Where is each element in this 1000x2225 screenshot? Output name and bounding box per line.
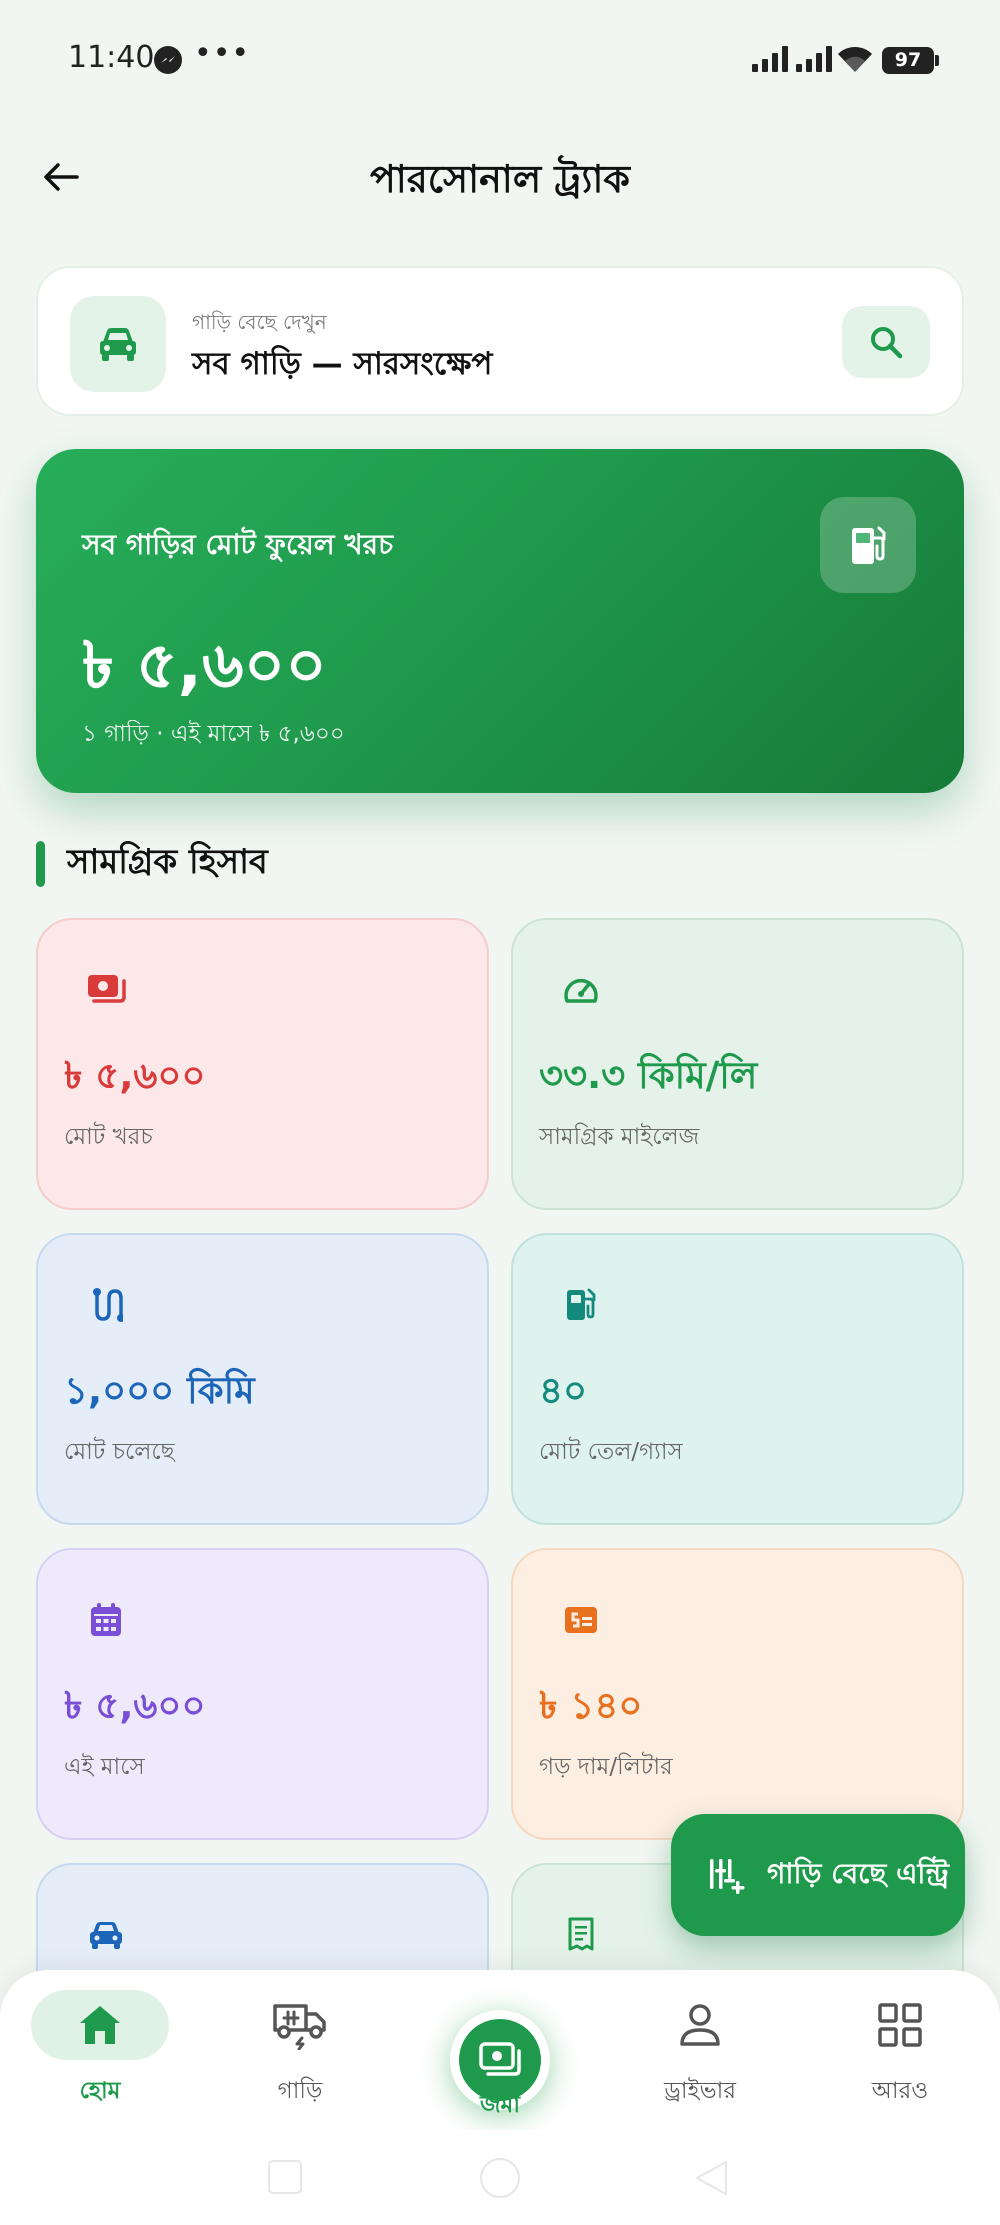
section-accent-bar	[36, 841, 45, 887]
fab-label: গাড়ি বেছে এন্ট্রি	[767, 1856, 949, 1890]
nav-label: ড্রাইভার	[664, 2078, 736, 2104]
nav-label: হোম	[79, 2078, 121, 2104]
vehicle-selector[interactable]: গাড়ি বেছে দেখুন সব গাড়ি — সারসংক্ষেপ	[36, 266, 964, 416]
signal-icon	[796, 46, 832, 72]
stat-card-fuel-volume[interactable]: ৪০ মোট তেল/গ্যাস	[511, 1233, 964, 1525]
stat-card-distance[interactable]: ১,০০০ কিমি মোট চলেছে	[36, 1233, 489, 1525]
car-icon	[84, 1913, 128, 1957]
system-navigation-bar	[0, 2130, 1000, 2225]
status-time: 11:40	[68, 40, 155, 75]
selector-subtitle: গাড়ি বেছে দেখুন	[192, 310, 327, 334]
stat-value: ৪০	[539, 1369, 588, 1412]
stat-card-average-price[interactable]: ৳ ১৪০ গড় দাম/লিটার	[511, 1548, 964, 1840]
back-system-icon[interactable]	[694, 2160, 728, 2196]
deposit-icon	[479, 2042, 521, 2076]
nav-item-home[interactable]: হোম	[30, 1990, 170, 2110]
speedometer-icon	[559, 968, 603, 1012]
select-vehicle-entry-button[interactable]: গাড়ি বেছে এন্ট্রি	[671, 1814, 965, 1936]
stat-value: ৩৩.৩ কিমি/লি	[539, 1054, 758, 1097]
section-title: সামগ্রিক হিসাব	[67, 841, 268, 882]
stat-card-mileage[interactable]: ৩৩.৩ কিমি/লি সামগ্রিক মাইলেজ	[511, 918, 964, 1210]
page-title: পারসোনাল ট্র্যাক	[370, 157, 630, 201]
app-header: পারসোনাল ট্র্যাক	[0, 130, 1000, 220]
messenger-icon	[154, 46, 182, 74]
calendar-icon	[84, 1598, 128, 1642]
search-button[interactable]	[842, 306, 930, 378]
total-fuel-cost-card: সব গাড়ির মোট ফুয়েল খরচ ৳ ৫,৬০০ ১ গাড়ি…	[36, 449, 964, 793]
nav-item-driver[interactable]: ড্রাইভার	[630, 1990, 770, 2110]
stat-label: এই মাসে	[64, 1754, 145, 1780]
hero-subtitle: ১ গাড়ি · এই মাসে ৳ ৫,৬০০	[82, 721, 345, 747]
stat-label: মোট চলেছে	[64, 1439, 175, 1465]
stat-label: সামগ্রিক মাইলেজ	[539, 1124, 700, 1150]
stat-card-total-cost[interactable]: ৳ ৫,৬০০ মোট খরচ	[36, 918, 489, 1210]
stat-card-this-month[interactable]: ৳ ৫,৬০০ এই মাসে	[36, 1548, 489, 1840]
battery-icon: 97	[882, 47, 939, 74]
grid-icon	[878, 2003, 922, 2047]
car-icon	[70, 296, 166, 392]
route-icon	[84, 1283, 128, 1327]
stat-value: ৳ ১৪০	[539, 1684, 643, 1727]
wifi-icon	[836, 44, 874, 78]
truck-icon	[273, 2004, 326, 2050]
signal-icon	[752, 46, 788, 72]
search-icon	[871, 327, 903, 359]
stat-label: গড় দাম/লিটার	[539, 1754, 673, 1780]
stat-label: মোট তেল/গ্যাস	[539, 1439, 683, 1465]
stat-value: ৳ ৫,৬০০	[64, 1054, 206, 1097]
home-icon	[80, 2006, 120, 2044]
section-heading: সামগ্রিক হিসাব	[36, 838, 268, 890]
stat-label: মোট খরচ	[64, 1124, 153, 1150]
nav-label: আরও	[871, 2078, 929, 2104]
recent-apps-icon[interactable]	[268, 2160, 302, 2194]
home-system-icon[interactable]	[480, 2158, 520, 2198]
status-bar: 11:40 ••• 97	[0, 0, 1000, 120]
nav-item-vehicles[interactable]: গাড়ি	[230, 1990, 370, 2110]
hero-value: ৳ ৫,৬০০	[82, 629, 327, 703]
stat-value: ১,০০০ কিমি	[64, 1369, 255, 1412]
money-icon	[84, 968, 128, 1012]
more-notifications-icon: •••	[194, 36, 251, 71]
price-tag-icon	[559, 1598, 603, 1642]
nav-label: গাড়ি	[277, 2078, 323, 2104]
nav-label-deposit: জমা	[479, 2092, 521, 2118]
person-icon	[680, 2004, 720, 2046]
add-entry-icon	[710, 1859, 745, 1894]
receipt-icon	[559, 1913, 603, 1957]
fuel-icon	[559, 1283, 603, 1327]
fuel-pump-icon	[820, 497, 916, 593]
selector-title: সব গাড়ি — সারসংক্ষেপ	[192, 346, 493, 382]
hero-label: সব গাড়ির মোট ফুয়েল খরচ	[82, 528, 394, 561]
stat-value: ৳ ৫,৬০০	[64, 1684, 206, 1727]
nav-item-more[interactable]: আরও	[830, 1990, 970, 2110]
